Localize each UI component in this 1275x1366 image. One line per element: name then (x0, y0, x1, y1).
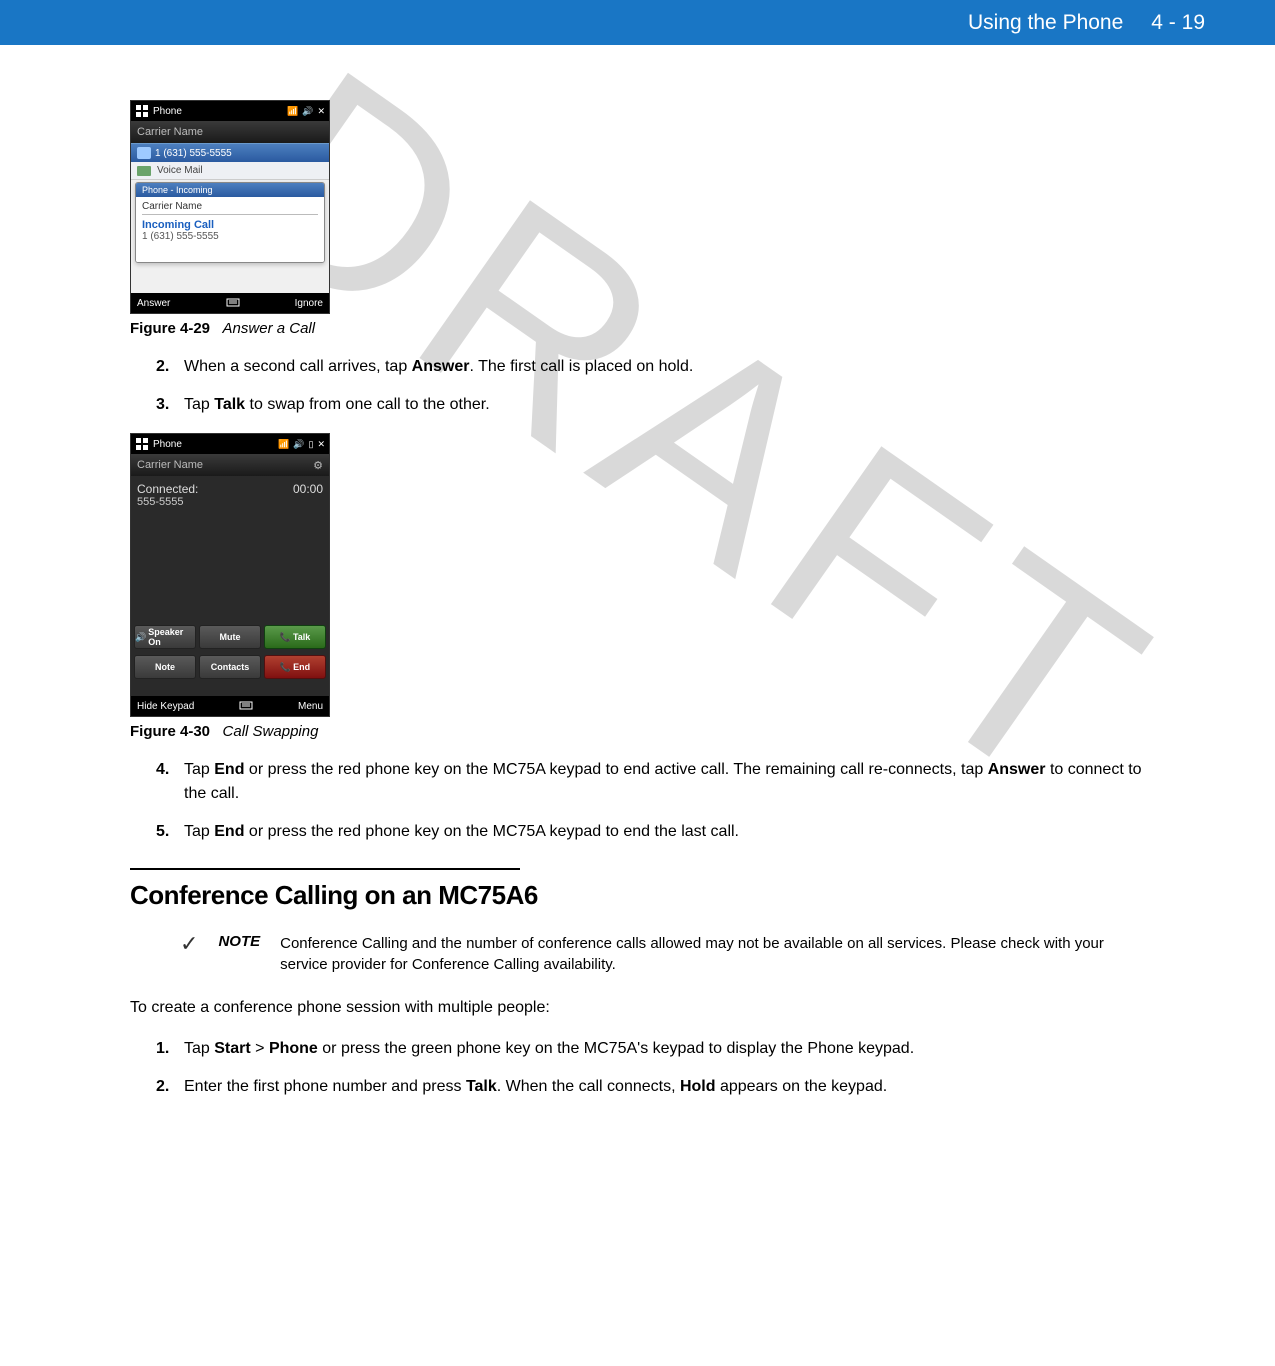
voicemail-row: Voice Mail (131, 162, 329, 180)
keyboard-icon (226, 295, 240, 312)
popup-carrier: Carrier Name (142, 201, 318, 215)
step-item: 2. When a second call arrives, tap Answe… (156, 355, 1145, 379)
step-item: 5. Tap End or press the red phone key on… (156, 820, 1145, 844)
step-text: When a second call arrives, tap Answer. … (184, 355, 1145, 379)
active-call-row: 1 (631) 555-5555 (131, 143, 329, 162)
step-text: Tap Start > Phone or press the green pho… (184, 1037, 1145, 1061)
softkey-menu: Menu (298, 701, 323, 712)
windows-logo-icon (135, 104, 149, 118)
page-number: 4 - 19 (1151, 11, 1205, 35)
step-text: Tap End or press the red phone key on th… (184, 758, 1145, 806)
steps-list-c: 1. Tap Start > Phone or press the green … (156, 1037, 1145, 1099)
popup-number: 1 (631) 555-5555 (142, 231, 318, 242)
incoming-call-popup: Phone - Incoming Carrier Name Incoming C… (135, 182, 325, 263)
voicemail-icon (137, 166, 151, 176)
note-button: Note (134, 655, 196, 679)
softkey-answer: Answer (137, 298, 170, 309)
note-label: NOTE (218, 933, 260, 950)
volume-icon: 🔊 (302, 106, 313, 117)
screenshot-call-swapping: Phone 📶 🔊 ▯ ✕ Carrier Name ⚙ Connected: … (130, 433, 330, 717)
section-divider (130, 868, 520, 870)
call-timer: 00:00 (293, 482, 323, 496)
chapter-title: Using the Phone (968, 11, 1123, 35)
volume-icon: 🔊 (293, 439, 304, 450)
note-block: ✓ NOTE Conference Calling and the number… (180, 933, 1145, 975)
step-item: 1. Tap Start > Phone or press the green … (156, 1037, 1145, 1061)
signal-icon: 📶 (287, 106, 298, 117)
step-text: Enter the first phone number and press T… (184, 1075, 1145, 1099)
step-text: Tap Talk to swap from one call to the ot… (184, 393, 1145, 417)
softkey-hide-keypad: Hide Keypad (137, 701, 194, 712)
close-icon: ✕ (317, 106, 325, 117)
note-text: Conference Calling and the number of con… (280, 933, 1145, 975)
step-item: 3. Tap Talk to swap from one call to the… (156, 393, 1145, 417)
window-title: Phone (153, 106, 182, 117)
speaker-button: 🔊 Speaker On (134, 625, 196, 649)
popup-incoming-label: Incoming Call (142, 219, 318, 231)
phone-icon (137, 147, 151, 159)
carrier-name: Carrier Name (137, 459, 203, 471)
window-title: Phone (153, 439, 182, 450)
figure-4-30-caption: Figure 4-30 Call Swapping (130, 723, 1145, 740)
steps-list-a: 2. When a second call arrives, tap Answe… (156, 355, 1145, 417)
figure-4-29-caption: Figure 4-29 Answer a Call (130, 320, 1145, 337)
carrier-band: Carrier Name (131, 121, 329, 143)
close-icon: ✕ (317, 439, 325, 450)
connected-number: 555-5555 (137, 496, 323, 508)
steps-list-b: 4. Tap End or press the red phone key on… (156, 758, 1145, 844)
screenshot-answer-call: Phone 📶 🔊 ✕ Carrier Name 1 (631) 555-555… (130, 100, 330, 314)
page-header: Using the Phone 4 - 19 (0, 0, 1275, 45)
step-item: 4. Tap End or press the red phone key on… (156, 758, 1145, 806)
end-button: 📞 End (264, 655, 326, 679)
talk-button: 📞 Talk (264, 625, 326, 649)
status-label: Connected: (137, 482, 198, 496)
checkmark-icon: ✓ (180, 931, 198, 957)
windows-logo-icon (135, 437, 149, 451)
step-item: 2. Enter the first phone number and pres… (156, 1075, 1145, 1099)
section-heading: Conference Calling on an MC75A6 (130, 880, 1145, 911)
gear-icon: ⚙ (313, 459, 323, 472)
body-paragraph: To create a conference phone session wit… (130, 997, 1145, 1019)
softkey-ignore: Ignore (295, 298, 323, 309)
contacts-button: Contacts (199, 655, 261, 679)
mute-button: Mute (199, 625, 261, 649)
popup-title: Phone - Incoming (136, 183, 324, 197)
battery-icon: ▯ (309, 439, 314, 450)
step-text: Tap End or press the red phone key on th… (184, 820, 1145, 844)
keyboard-icon (239, 698, 253, 715)
signal-icon: 📶 (278, 439, 289, 450)
